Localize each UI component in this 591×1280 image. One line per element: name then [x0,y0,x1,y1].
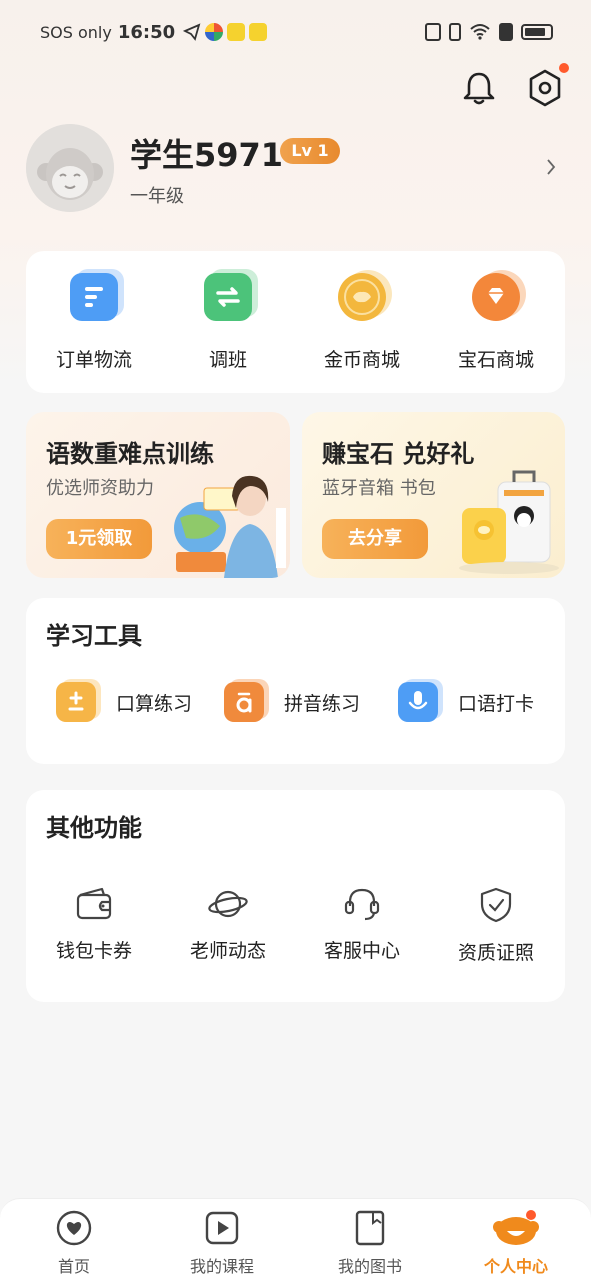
gift-illustration [459,470,559,574]
share-button[interactable]: 去分享 [322,519,428,559]
other-certificates[interactable]: 资质证照 [436,886,556,965]
section-title: 其他功能 [46,814,142,842]
promo-card-gems[interactable]: 赚宝石 兑好礼 蓝牙音箱 书包 去分享 [302,412,565,578]
battery-icon [521,24,553,40]
clock-time: 16:50 [117,21,176,43]
app-icon-yellow [227,23,246,41]
profile-mascot-icon [493,1210,539,1245]
other-label: 钱包卡券 [55,940,132,962]
book-icon [355,1210,385,1246]
quick-action-label: 调班 [208,349,247,371]
wifi-icon [470,24,490,40]
swap-class-icon [204,273,252,321]
quick-actions-card: 订单物流 调班 金币商城 宝石商城 [26,251,565,393]
tab-label: 我的图书 [337,1257,402,1276]
other-label: 资质证照 [457,942,534,964]
microphone-icon [398,682,438,722]
order-icon [70,273,118,321]
tab-label: 个人中心 [483,1257,548,1276]
tool-pinyin[interactable]: 拼音练习 [224,682,360,722]
notification-icons [183,23,268,41]
tool-arithmetic[interactable]: 口算练习 [56,682,192,722]
app-icon-colorful [205,23,224,41]
chevron-right-icon[interactable] [544,156,558,178]
telegram-icon [183,23,201,41]
tool-speaking[interactable]: 口语打卡 [398,682,534,722]
quick-action-label: 金币商城 [323,349,400,371]
tab-home[interactable]: 首页 [14,1209,134,1277]
vibrate-icon [449,23,461,41]
tool-label: 口语打卡 [458,692,535,715]
other-wallet[interactable]: 钱包卡券 [34,886,154,963]
study-tools-card: 学习工具 口算练习 拼音练习 口语打卡 [26,598,565,764]
status-bar: SOS only 16:50 [0,0,591,64]
promo-subtitle: 蓝牙音箱 书包 [322,478,436,499]
other-functions-card: 其他功能 钱包卡券 老师动态 客服中心 资质证照 [26,790,565,1002]
home-icon [56,1210,92,1246]
nfc-icon [425,23,441,41]
other-label: 老师动态 [189,940,266,962]
claim-button[interactable]: 1元领取 [46,519,152,559]
quick-action-label: 订单物流 [55,349,132,371]
quick-action-label: 宝石商城 [457,349,534,371]
level-badge[interactable]: Lv 1 [280,138,340,164]
bottom-tab-bar: 首页 我的课程 我的图书 个人中心 [0,1198,591,1280]
system-icons [425,23,553,41]
app-icon-yellow-2 [249,23,268,41]
other-label: 客服中心 [323,940,400,962]
coin-icon [338,273,386,321]
mascot-avatar-icon [26,124,114,212]
headset-icon [344,888,380,921]
tab-my-books[interactable]: 我的图书 [310,1209,430,1277]
promo-title: 语数重难点训练 [46,440,214,468]
quick-action-swap-class[interactable]: 调班 [168,273,288,372]
tool-label: 拼音练习 [284,692,361,715]
other-teacher-news[interactable]: 老师动态 [168,886,288,963]
shield-check-icon [480,887,512,923]
username: 学生5971 [130,136,284,174]
promo-card-training[interactable]: 语数重难点训练 优选师资助力 1元领取 [26,412,290,578]
grade-label: 一年级 [130,186,184,207]
quick-action-order[interactable]: 订单物流 [34,273,154,372]
section-title: 学习工具 [46,622,142,650]
tab-label: 我的课程 [189,1257,254,1276]
settings-icon[interactable] [526,68,564,108]
tab-my-courses[interactable]: 我的课程 [162,1209,282,1277]
tool-label: 口算练习 [116,692,193,715]
avatar[interactable] [26,124,114,212]
alert-icon [499,23,513,41]
bell-icon[interactable] [462,70,496,106]
promo-title: 赚宝石 兑好礼 [322,440,475,468]
promo-subtitle: 优选师资助力 [46,478,154,499]
quick-action-gem-mall[interactable]: 宝石商城 [436,273,556,372]
tab-label: 首页 [57,1257,90,1276]
teacher-illustration [174,475,286,578]
planet-icon [208,890,248,918]
gem-icon [472,273,520,321]
pinyin-icon [224,682,264,722]
settings-badge-dot [559,63,569,73]
quick-action-coin-mall[interactable]: 金币商城 [302,273,422,372]
course-icon [205,1211,239,1245]
other-customer-service[interactable]: 客服中心 [302,886,422,963]
wallet-icon [76,887,112,920]
arithmetic-icon [56,682,96,722]
tab-profile[interactable]: 个人中心 [456,1209,576,1277]
carrier-text: SOS only [40,22,112,42]
